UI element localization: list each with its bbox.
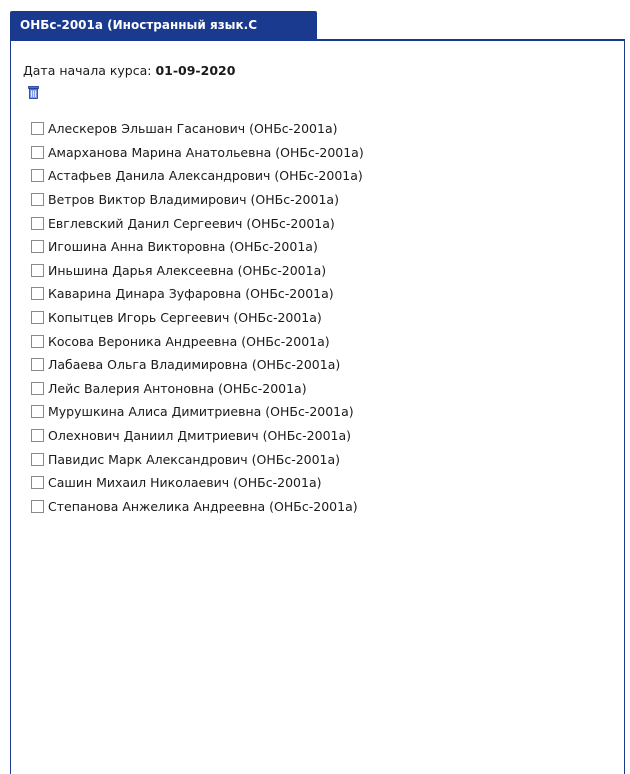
student-checkbox[interactable] — [31, 145, 44, 159]
student-item: Павидис Марк Александрович (ОНБс-2001а) — [31, 447, 364, 471]
student-checkbox[interactable] — [31, 311, 44, 325]
student-name: Косова Вероника Андреевна (ОНБс-2001а) — [48, 333, 330, 349]
student-checkbox[interactable] — [31, 405, 44, 419]
student-name: Иньшина Дарья Алексеевна (ОНБс-2001а) — [48, 262, 327, 278]
student-list: Алескеров Эльшан Гасанович (ОНБс-2001а) … — [31, 117, 364, 518]
student-item: Мурушкина Алиса Димитриевна (ОНБс-2001а) — [31, 400, 364, 424]
student-name: Олехнович Даниил Дмитриевич (ОНБс-2001а) — [48, 428, 352, 444]
student-name: Ветров Виктор Владимирович (ОНБс-2001а) — [48, 192, 339, 208]
student-name: Павидис Марк Александрович (ОНБс-2001а) — [48, 451, 341, 467]
student-checkbox[interactable] — [31, 193, 44, 207]
student-name: Каварина Динара Зуфаровна (ОНБс-2001а) — [48, 286, 334, 302]
student-checkbox[interactable] — [31, 358, 44, 372]
student-item: Лабаева Ольга Владимировна (ОНБс-2001а) — [31, 353, 364, 377]
student-name: Мурушкина Алиса Димитриевна (ОНБс-2001а) — [48, 404, 354, 420]
student-name: Лейс Валерия Антоновна (ОНБс-2001а) — [48, 380, 307, 396]
student-name: Сашин Михаил Николаевич (ОНБс-2001а) — [48, 475, 322, 491]
student-checkbox[interactable] — [31, 334, 44, 348]
student-checkbox[interactable] — [31, 499, 44, 513]
tab-label: ОНБс-2001а (Иностранный язык.С — [20, 18, 258, 32]
student-checkbox[interactable] — [31, 169, 44, 183]
student-checkbox[interactable] — [31, 263, 44, 277]
student-item: Астафьев Данила Александрович (ОНБс-2001… — [31, 164, 364, 188]
student-name: Степанова Анжелика Андреевна (ОНБс-2001а… — [48, 498, 358, 514]
student-name: Лабаева Ольга Владимировна (ОНБс-2001а) — [48, 357, 341, 373]
student-item: Алескеров Эльшан Гасанович (ОНБс-2001а) — [31, 117, 364, 141]
student-checkbox[interactable] — [31, 287, 44, 301]
student-item: Олехнович Даниил Дмитриевич (ОНБс-2001а) — [31, 424, 364, 448]
student-item: Копытцев Игорь Сергеевич (ОНБс-2001а) — [31, 306, 364, 330]
student-checkbox[interactable] — [31, 476, 44, 490]
student-checkbox[interactable] — [31, 122, 44, 136]
student-item: Амарханова Марина Анатольевна (ОНБс-2001… — [31, 141, 364, 165]
student-item: Ветров Виктор Владимирович (ОНБс-2001а) — [31, 188, 364, 212]
student-item: Иньшина Дарья Алексеевна (ОНБс-2001а) — [31, 259, 364, 283]
student-item: Игошина Анна Викторовна (ОНБс-2001а) — [31, 235, 364, 259]
student-checkbox[interactable] — [31, 216, 44, 230]
student-item: Сашин Михаил Николаевич (ОНБс-2001а) — [31, 471, 364, 495]
student-checkbox[interactable] — [31, 452, 44, 466]
student-item: Степанова Анжелика Андреевна (ОНБс-2001а… — [31, 495, 364, 519]
student-checkbox[interactable] — [31, 240, 44, 254]
start-date-label: Дата начала курса: — [23, 63, 152, 78]
student-item: Лейс Валерия Антоновна (ОНБс-2001а) — [31, 377, 364, 401]
trash-icon[interactable] — [28, 84, 39, 99]
student-checkbox[interactable] — [31, 381, 44, 395]
student-item: Каварина Динара Зуфаровна (ОНБс-2001а) — [31, 282, 364, 306]
student-item: Евглевский Данил Сергеевич (ОНБс-2001а) — [31, 211, 364, 235]
course-panel: Дата начала курса: 01-09-2020 Алескеров … — [10, 39, 625, 774]
student-name: Астафьев Данила Александрович (ОНБс-2001… — [48, 168, 363, 184]
student-checkbox[interactable] — [31, 429, 44, 443]
student-name: Амарханова Марина Анатольевна (ОНБс-2001… — [48, 144, 364, 160]
student-name: Евглевский Данил Сергеевич (ОНБс-2001а) — [48, 215, 335, 231]
tab-group[interactable]: ОНБс-2001а (Иностранный язык.С — [10, 11, 317, 39]
course-start-date: Дата начала курса: 01-09-2020 — [23, 63, 235, 78]
start-date-value: 01-09-2020 — [155, 63, 236, 78]
student-name: Алескеров Эльшан Гасанович (ОНБс-2001а) — [48, 121, 338, 137]
student-name: Игошина Анна Викторовна (ОНБс-2001а) — [48, 239, 318, 255]
student-item: Косова Вероника Андреевна (ОНБс-2001а) — [31, 329, 364, 353]
student-name: Копытцев Игорь Сергеевич (ОНБс-2001а) — [48, 310, 322, 326]
